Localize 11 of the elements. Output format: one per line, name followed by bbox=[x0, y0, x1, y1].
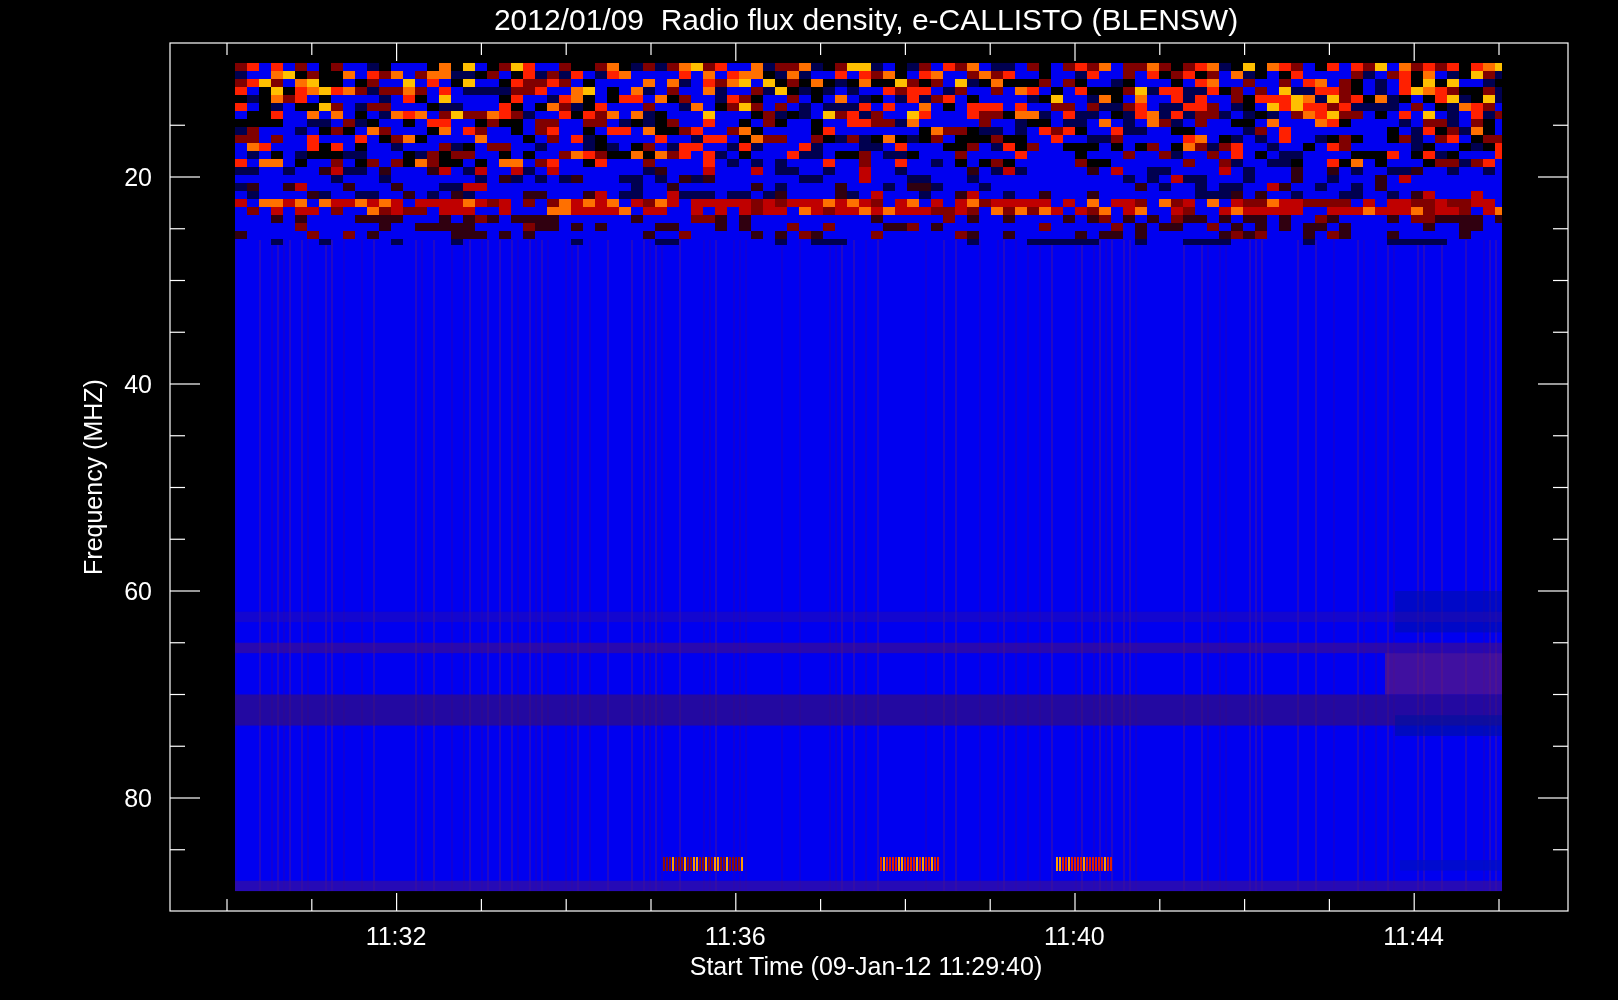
y-tick-label: 20 bbox=[124, 163, 152, 191]
y-tick-label: 60 bbox=[124, 577, 152, 605]
y-tick-label: 80 bbox=[124, 784, 152, 812]
x-tick-label: 11:44 bbox=[1383, 922, 1444, 950]
x-axis-title: Start Time (09-Jan-12 11:29:40) bbox=[689, 952, 1043, 980]
y-axis-title: Frequency (MHZ) bbox=[79, 379, 107, 575]
chart-title: 2012/01/09 Radio flux density, e-CALLISTO (BLENSW) bbox=[493, 3, 1239, 36]
y-tick-label: 40 bbox=[124, 370, 152, 398]
x-tick-label: 11:32 bbox=[365, 922, 427, 950]
x-tick-label: 11:40 bbox=[1044, 922, 1105, 950]
x-tick-label: 11:36 bbox=[704, 922, 766, 950]
